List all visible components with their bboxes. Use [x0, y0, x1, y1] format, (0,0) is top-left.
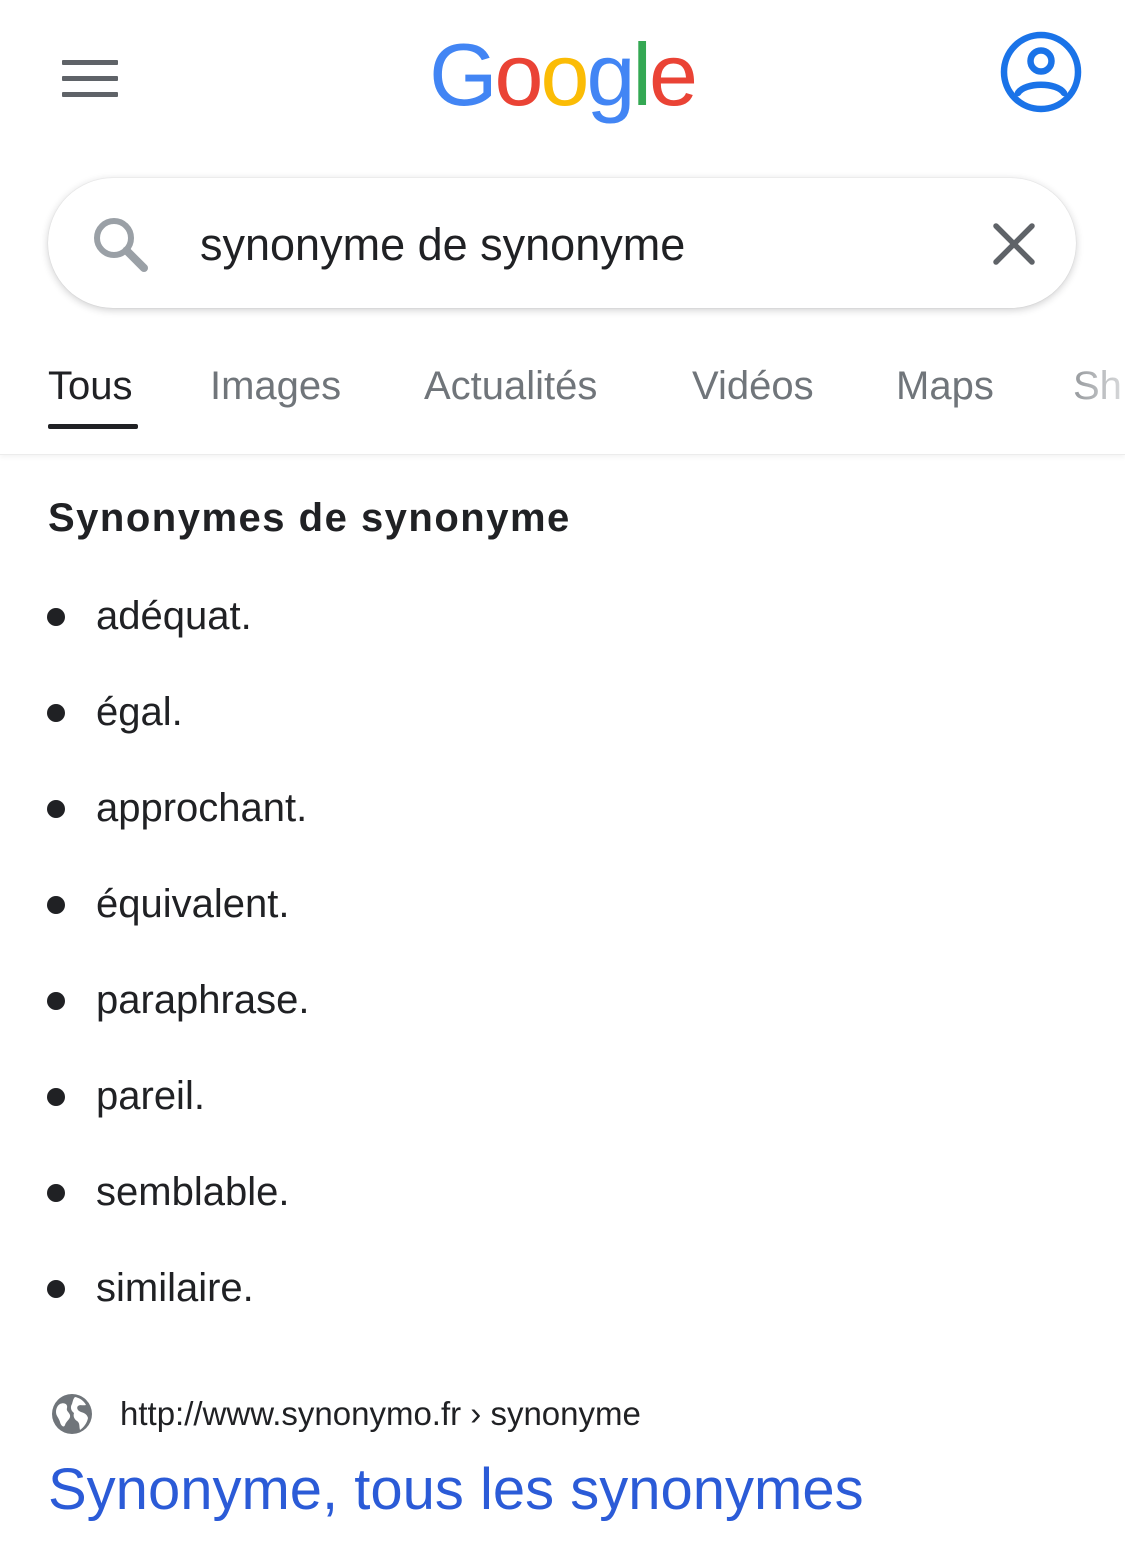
bullet-icon	[47, 1280, 65, 1298]
close-icon[interactable]	[988, 218, 1040, 270]
list-item: adéquat.	[0, 568, 1125, 664]
tab-videos[interactable]: Vidéos	[692, 362, 814, 410]
synonyms-heading: Synonymes de synonyme	[48, 496, 571, 540]
list-item: paraphrase.	[0, 952, 1125, 1048]
synonym-text: équivalent.	[96, 882, 290, 926]
top-bar: Google	[0, 0, 1125, 170]
synonyms-list: adéquat. égal. approchant. équivalent. p…	[0, 568, 1125, 1336]
logo-letter: l	[632, 30, 649, 124]
synonym-text: semblable.	[96, 1170, 290, 1214]
tab-actualites[interactable]: Actualités	[424, 362, 597, 410]
list-item: similaire.	[0, 1240, 1125, 1336]
bullet-icon	[47, 608, 65, 626]
list-item: approchant.	[0, 760, 1125, 856]
bullet-icon	[47, 800, 65, 818]
bullet-icon	[47, 992, 65, 1010]
synonym-text: égal.	[96, 690, 183, 734]
search-input[interactable]	[200, 210, 940, 280]
synonym-text: adéquat.	[96, 594, 252, 638]
search-tabs: Tous Images Actualités Vidéos Maps Sh	[0, 340, 1125, 455]
bullet-icon	[47, 896, 65, 914]
logo-letter: o	[540, 30, 586, 124]
synonym-text: similaire.	[96, 1266, 254, 1310]
logo-letter: g	[586, 30, 632, 124]
account-circle-icon[interactable]	[999, 30, 1083, 114]
bullet-icon	[47, 1088, 65, 1106]
globe-icon	[52, 1394, 92, 1434]
result-url[interactable]: http://www.synonymo.fr › synonyme	[120, 1392, 641, 1436]
logo-letter: o	[495, 30, 541, 124]
tab-shopping[interactable]: Sh	[1073, 362, 1122, 410]
synonym-text: approchant.	[96, 786, 308, 830]
active-tab-indicator	[48, 424, 138, 429]
tab-images[interactable]: Images	[210, 362, 341, 410]
bullet-icon	[47, 1184, 65, 1202]
google-logo[interactable]: Google	[412, 30, 712, 140]
magnifier-icon[interactable]	[88, 212, 152, 276]
result-title-link[interactable]: Synonyme, tous les synonymes	[48, 1450, 864, 1530]
list-item: équivalent.	[0, 856, 1125, 952]
logo-letter: G	[429, 30, 494, 124]
list-item: pareil.	[0, 1048, 1125, 1144]
synonym-text: paraphrase.	[96, 978, 310, 1022]
list-item: semblable.	[0, 1144, 1125, 1240]
svg-text:Google: Google	[429, 30, 695, 124]
tab-tous[interactable]: Tous	[48, 362, 133, 410]
bullet-icon	[47, 704, 65, 722]
logo-letter: e	[649, 30, 695, 124]
synonym-text: pareil.	[96, 1074, 205, 1118]
list-item: égal.	[0, 664, 1125, 760]
tab-maps[interactable]: Maps	[896, 362, 994, 410]
hamburger-menu-icon[interactable]	[62, 58, 118, 98]
